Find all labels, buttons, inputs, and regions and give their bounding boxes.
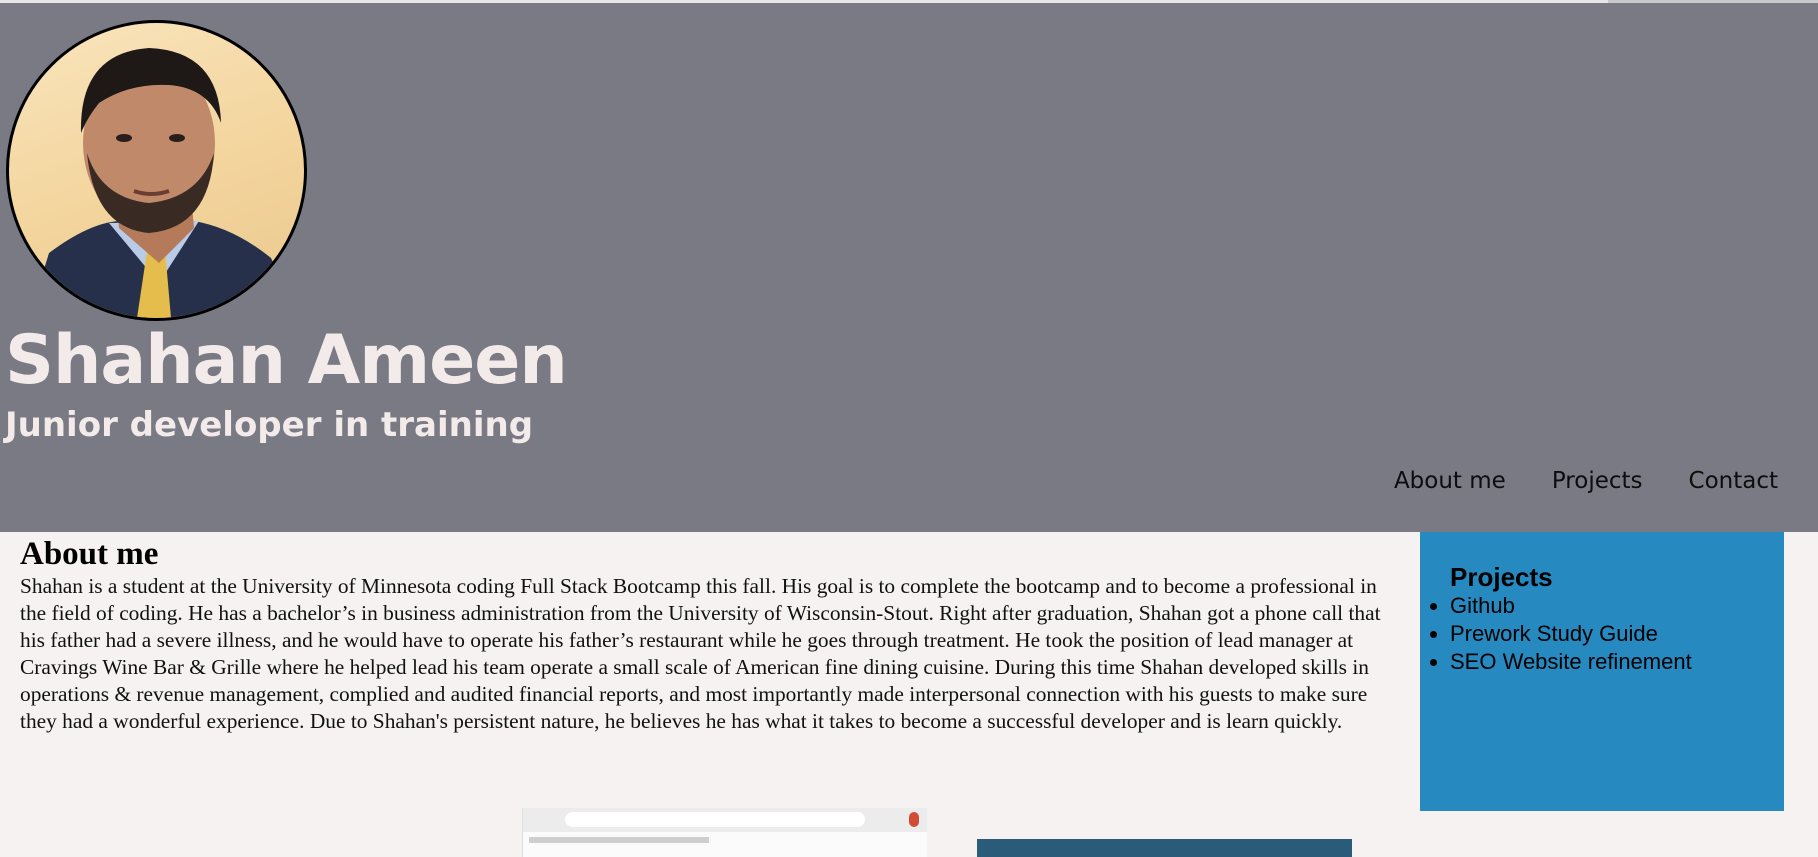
project-screenshot-thumbnail[interactable] xyxy=(522,808,927,857)
project-link-seo[interactable]: SEO Website refinement xyxy=(1450,648,1692,676)
nav-projects[interactable]: Projects xyxy=(1552,466,1643,496)
site-subtitle: Junior developer in training xyxy=(5,405,534,445)
about-body: Shahan is a student at the University of… xyxy=(20,574,1381,733)
profile-portrait-icon xyxy=(29,48,299,318)
projects-sidebar: Projects Github Prework Study Guide SEO … xyxy=(1420,532,1784,811)
about-heading: About me xyxy=(20,536,159,572)
main-nav: About me Projects Contact xyxy=(1394,466,1778,496)
about-section: About me Shahan is a student at the Univ… xyxy=(20,535,1390,735)
site-title: Shahan Ameen xyxy=(5,321,568,400)
thumbnail-bookmarks-bar xyxy=(529,837,709,843)
thumbnail-record-icon xyxy=(909,812,919,827)
projects-heading: Projects xyxy=(1450,562,1553,592)
thumbnail-url-bar xyxy=(565,812,865,827)
site-header: Shahan Ameen Junior developer in trainin… xyxy=(0,3,1818,532)
profile-photo xyxy=(6,20,307,321)
project-card-dark[interactable] xyxy=(977,839,1352,857)
projects-list: Github Prework Study Guide SEO Website r… xyxy=(1420,592,1692,676)
project-link-prework[interactable]: Prework Study Guide xyxy=(1450,620,1692,648)
nav-about-me[interactable]: About me xyxy=(1394,466,1506,496)
project-link-github[interactable]: Github xyxy=(1450,592,1692,620)
nav-contact[interactable]: Contact xyxy=(1689,466,1778,496)
